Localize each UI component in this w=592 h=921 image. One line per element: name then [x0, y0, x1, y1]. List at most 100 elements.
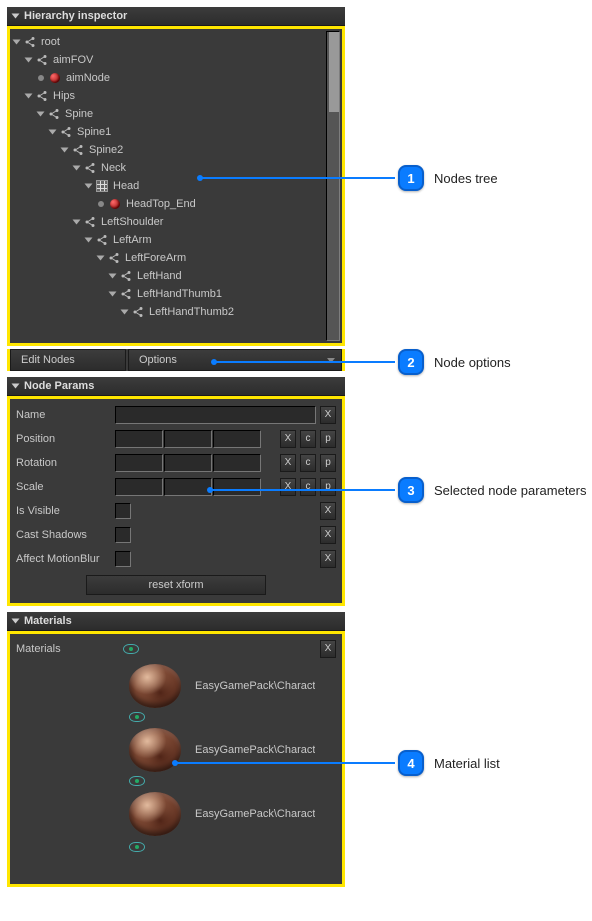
node-params-header[interactable]: Node Params [7, 377, 345, 396]
label-position: Position [16, 433, 111, 445]
tree-node[interactable]: aimNode [14, 69, 342, 87]
leaf-dot-icon [98, 201, 104, 207]
options-dropdown[interactable]: Options [128, 349, 342, 371]
tree-node[interactable]: aimFOV [14, 51, 342, 69]
reset-xform-button[interactable]: reset xform [86, 575, 266, 595]
share-icon [107, 251, 121, 265]
hierarchy-title: Hierarchy inspector [24, 10, 127, 22]
c-button[interactable]: c [300, 454, 316, 472]
tree-node-label: Spine [65, 108, 93, 120]
share-icon [83, 215, 97, 229]
eye-icon[interactable] [129, 712, 145, 722]
tree-node[interactable]: Hips [14, 87, 342, 105]
x-button[interactable]: X [320, 406, 336, 424]
x-button[interactable]: X [320, 526, 336, 544]
tree-node[interactable]: Head [14, 177, 342, 195]
position-y-input[interactable] [164, 430, 212, 448]
tree-node[interactable]: LeftHandThumb1 [14, 285, 342, 303]
expand-icon[interactable] [25, 58, 33, 63]
tree-node[interactable]: Neck [14, 159, 342, 177]
tree-node-label: Neck [101, 162, 126, 174]
tree-node-label: LeftHandThumb2 [149, 306, 234, 318]
x-button[interactable]: X [320, 502, 336, 520]
name-input[interactable] [115, 406, 316, 424]
tree-node[interactable]: Spine2 [14, 141, 342, 159]
p-button[interactable]: p [320, 430, 336, 448]
rotation-z-input[interactable] [213, 454, 261, 472]
callout-text: Selected node parameters [434, 483, 586, 498]
tree-node[interactable]: Spine1 [14, 123, 342, 141]
leaf-dot-icon [38, 75, 44, 81]
rotation-y-input[interactable] [164, 454, 212, 472]
tree-node[interactable]: root [14, 33, 342, 51]
tree-node-label: Spine2 [89, 144, 123, 156]
expand-icon[interactable] [25, 94, 33, 99]
position-z-input[interactable] [213, 430, 261, 448]
expand-icon[interactable] [49, 130, 57, 135]
tree-node[interactable]: LeftForeArm [14, 249, 342, 267]
cast-shadows-checkbox[interactable] [115, 527, 131, 543]
expand-icon[interactable] [97, 256, 105, 261]
p-button[interactable]: p [320, 478, 336, 496]
material-swatch[interactable] [129, 728, 181, 772]
expand-icon[interactable] [37, 112, 45, 117]
expand-icon[interactable] [73, 166, 81, 171]
materials-title: Materials [24, 615, 72, 627]
material-name: EasyGamePack\Charact [195, 744, 315, 756]
p-button[interactable]: p [320, 454, 336, 472]
materials-header[interactable]: Materials [7, 612, 345, 631]
tree-node[interactable]: LeftHandThumb2 [14, 303, 342, 321]
label-cast-shadows: Cast Shadows [16, 529, 111, 541]
x-button[interactable]: X [320, 550, 336, 568]
x-button[interactable]: X [280, 430, 296, 448]
expand-icon[interactable] [73, 220, 81, 225]
motionblur-checkbox[interactable] [115, 551, 131, 567]
scrollbar-thumb[interactable] [329, 32, 339, 112]
x-button[interactable]: X [320, 640, 336, 658]
c-button[interactable]: c [300, 430, 316, 448]
tree-node[interactable]: LeftShoulder [14, 213, 342, 231]
expand-icon[interactable] [61, 148, 69, 153]
tree-node-label: LeftHand [137, 270, 182, 282]
eye-icon[interactable] [123, 644, 139, 654]
scale-x-input[interactable] [115, 478, 163, 496]
expand-icon[interactable] [13, 40, 21, 45]
eye-icon[interactable] [129, 776, 145, 786]
material-item[interactable]: EasyGamePack\Charact [129, 776, 336, 836]
label-scale: Scale [16, 481, 111, 493]
param-row-motionblur: Affect MotionBlur X [16, 547, 336, 571]
expand-icon[interactable] [121, 310, 129, 315]
tree-node[interactable]: LeftHand [14, 267, 342, 285]
materials-head-row: Materials X [16, 638, 336, 660]
expand-icon[interactable] [109, 292, 117, 297]
tree-node[interactable]: Spine [14, 105, 342, 123]
position-x-input[interactable] [115, 430, 163, 448]
callout-bubble: 1 [398, 165, 424, 191]
expand-icon[interactable] [85, 238, 93, 243]
material-swatch[interactable] [129, 792, 181, 836]
param-row-cast-shadows: Cast Shadows X [16, 523, 336, 547]
expand-icon[interactable] [85, 184, 93, 189]
hierarchy-header[interactable]: Hierarchy inspector [7, 7, 345, 26]
callout-bubble: 2 [398, 349, 424, 375]
expand-icon[interactable] [109, 274, 117, 279]
nodes-tree[interactable]: root aimFOV aimNodeHips Spine Spine1 Spine2 Ne… [10, 29, 342, 343]
tree-node[interactable]: LeftArm [14, 231, 342, 249]
material-item[interactable]: EasyGamePack\Charact [129, 664, 336, 708]
is-visible-checkbox[interactable] [115, 503, 131, 519]
tree-node-label: aimFOV [53, 54, 93, 66]
x-button[interactable]: X [280, 454, 296, 472]
material-item[interactable]: EasyGamePack\Charact [129, 712, 336, 772]
c-button[interactable]: c [300, 478, 316, 496]
x-button[interactable]: X [280, 478, 296, 496]
material-swatch[interactable] [129, 664, 181, 708]
eye-icon[interactable] [129, 842, 145, 852]
edit-nodes-button[interactable]: Edit Nodes [10, 349, 126, 371]
share-icon [59, 125, 73, 139]
scale-z-input[interactable] [213, 478, 261, 496]
nodes-tree-box: root aimFOV aimNodeHips Spine Spine1 Spine2 Ne… [7, 26, 345, 346]
rotation-x-input[interactable] [115, 454, 163, 472]
scale-y-input[interactable] [164, 478, 212, 496]
tree-node-label: Head [113, 180, 139, 192]
tree-node[interactable]: HeadTop_End [14, 195, 342, 213]
